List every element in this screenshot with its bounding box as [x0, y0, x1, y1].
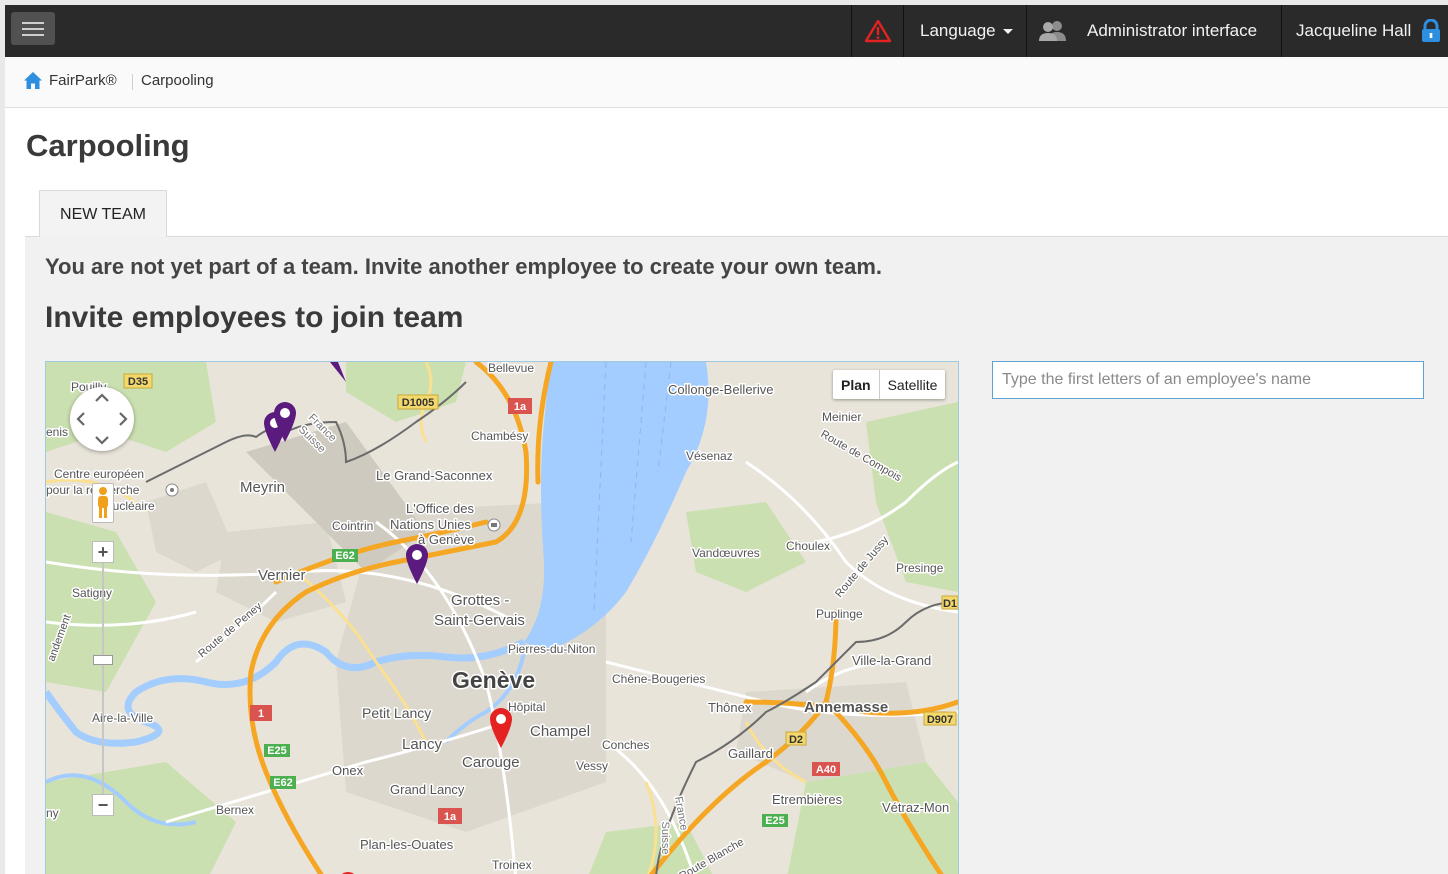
warning-button[interactable] [851, 5, 904, 57]
map-label: Ville-la-Grand [852, 653, 931, 668]
map-label: Carouge [462, 754, 520, 771]
map-label: Suisse [659, 821, 671, 854]
lock-icon [1422, 19, 1441, 42]
map-label: D1005 [402, 397, 434, 409]
map-label: Vésenaz [686, 449, 733, 463]
zoom-slider-track[interactable] [102, 552, 104, 800]
pan-arrows-icon [76, 393, 128, 445]
map-label: Troinex [492, 858, 532, 872]
map-label: Champel [530, 723, 590, 740]
page-title: Carpooling [26, 128, 190, 163]
map-label: Onex [332, 763, 364, 778]
breadcrumb-home-link[interactable]: FairPark® [49, 72, 117, 89]
menu-button[interactable] [11, 12, 55, 45]
map-label: Puplinge [816, 607, 863, 621]
map-label: Le Grand-Saconnex [376, 468, 493, 483]
users-icon [1039, 21, 1066, 41]
map-label: 1a [514, 401, 527, 413]
map-label: A40 [816, 764, 836, 776]
map-label: D907 [927, 714, 953, 726]
map-label: Presinge [896, 561, 944, 575]
map-label: Chêne-Bougeries [612, 672, 705, 686]
map-label: E25 [267, 745, 287, 757]
map-label: Plan-les-Ouates [360, 837, 454, 852]
map-label: Bernex [216, 803, 254, 817]
map-label: Vessy [576, 759, 608, 773]
map-label: Thônex [708, 700, 752, 715]
map-label: Saint-Gervais [434, 612, 525, 629]
tab-panel: You are not yet part of a team. Invite a… [25, 237, 1448, 874]
warning-icon [864, 19, 892, 43]
map-label: L'Office des [406, 501, 475, 516]
map-label: Vernier [258, 567, 306, 584]
map-label: D2 [789, 734, 803, 746]
breadcrumb-current: Carpooling [141, 72, 214, 89]
zoom-slider-handle[interactable] [93, 655, 113, 665]
map-label: Satigny [72, 586, 112, 600]
home-icon[interactable] [23, 71, 43, 90]
top-navbar: Language Administrator interface Jacquel… [5, 5, 1448, 57]
invite-section-title: Invite employees to join team [45, 301, 464, 334]
map-label: Lancy [402, 736, 443, 753]
main-content: Carpooling NEW TEAM You are not yet part… [5, 108, 1448, 874]
admin-interface-link[interactable]: Administrator interface [1026, 5, 1282, 57]
caret-down-icon [1002, 28, 1013, 34]
map-canvas[interactable]: D35 D1005 1a E62 D1 1 D907 E25 D2 A40 E6… [46, 362, 958, 874]
map-label: Annemasse [804, 699, 888, 716]
street-view-pegman[interactable] [92, 483, 114, 523]
map-label: 1 [258, 708, 264, 720]
map-label: Genève [452, 667, 535, 693]
map-type-control: Plan Satellite [833, 370, 946, 399]
employee-search-input[interactable] [992, 361, 1424, 399]
app-window: Language Administrator interface Jacquel… [5, 5, 1448, 874]
map-type-plan-button[interactable]: Plan [833, 370, 880, 399]
map-label: Meinier [822, 410, 861, 424]
map-label: Vétraz-Mon [882, 800, 949, 815]
map-label: Gaillard [728, 746, 773, 761]
map-label: Meyrin [240, 479, 285, 496]
map-label: Centre européen [54, 467, 144, 481]
no-team-message: You are not yet part of a team. Invite a… [45, 254, 883, 279]
breadcrumb: FairPark® Carpooling [5, 57, 1448, 108]
map-label: Pierres-du-Niton [508, 642, 595, 656]
map-label: à Genève [418, 532, 474, 547]
map-label: E25 [765, 815, 785, 827]
map-label: Chambésy [471, 429, 528, 443]
zoom-in-button[interactable]: + [92, 541, 114, 563]
map-label: D1 [943, 598, 957, 610]
map-label: Petit Lancy [362, 705, 431, 721]
tab-new-team[interactable]: NEW TEAM [39, 190, 167, 238]
pegman-icon [98, 487, 108, 518]
map-label: Vandœuvres [692, 546, 760, 560]
map-label: Etrembières [772, 792, 843, 807]
breadcrumb-divider [132, 74, 133, 90]
map-label: Choulex [786, 539, 830, 553]
language-dropdown[interactable]: Language [903, 5, 1027, 57]
language-label: Language [920, 21, 996, 40]
map-label: Collonge-Bellerive [668, 382, 774, 397]
map-type-satellite-button[interactable]: Satellite [880, 370, 946, 399]
map-label: E62 [335, 550, 355, 562]
map-label: Nations Unies [390, 517, 471, 532]
map-label: Bellevue [488, 362, 534, 375]
map-label: Cointrin [332, 519, 373, 533]
user-name: Jacqueline Hall [1296, 21, 1412, 40]
map-label: Conches [602, 738, 649, 752]
map-label: enis [46, 425, 68, 439]
map-label: Grand Lancy [390, 782, 465, 797]
map-label: Grottes - [451, 592, 509, 609]
map-label: 1a [444, 811, 457, 823]
map-label: ny [46, 806, 59, 820]
menu-icon [22, 22, 44, 24]
zoom-out-button[interactable]: − [92, 794, 114, 816]
map[interactable]: D35 D1005 1a E62 D1 1 D907 E25 D2 A40 E6… [45, 361, 959, 874]
map-pan-control[interactable] [70, 387, 134, 451]
user-menu[interactable]: Jacqueline Hall [1281, 5, 1448, 57]
admin-interface-label: Administrator interface [1087, 21, 1258, 40]
map-label: Hôpital [508, 700, 545, 714]
map-label: E62 [273, 777, 293, 789]
